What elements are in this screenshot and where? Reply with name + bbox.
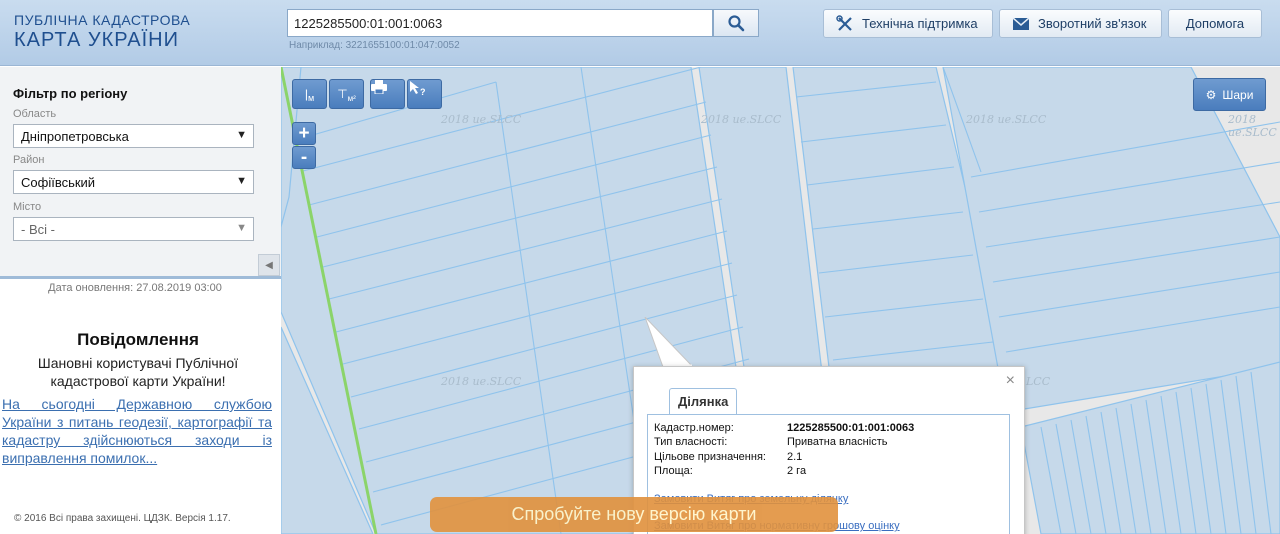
dropdown-arrow-icon: ▼ [236, 175, 247, 187]
search-button[interactable] [713, 9, 759, 37]
oblast-select[interactable]: Дніпропетровська ▼ [13, 124, 254, 148]
site-logo[interactable]: ПУБЛІЧНА КАДАСТРОВА КАРТА УКРАЇНИ [14, 12, 190, 52]
dropdown-arrow-icon: ▼ [236, 129, 247, 141]
collapse-sidebar-button[interactable]: ◀ [258, 254, 280, 276]
watermark: 2018 ue.SLCC [701, 113, 782, 126]
watermark: LCC [1026, 375, 1051, 388]
watermark: 2018 ue.SLCC [441, 113, 522, 126]
area-ruler-icon: ⊤ [337, 87, 348, 101]
logo-line1: ПУБЛІЧНА КАДАСТРОВА [14, 12, 191, 28]
help-button[interactable]: Допомога [1168, 9, 1262, 38]
city-label: Місто [13, 201, 42, 213]
area-label: Площа: [654, 465, 693, 477]
cadastral-value: 1225285500:01:001:0063 [787, 422, 915, 434]
region-filter-panel: Фільтр по регіону Область Дніпропетровсь… [0, 67, 281, 279]
copyright: © 2016 Всі права захищені. ЦДЗК. Версія … [14, 513, 231, 524]
tools-icon [836, 14, 852, 31]
district-label: Район [13, 154, 45, 166]
identify-button[interactable]: ? [407, 79, 442, 109]
update-date: Дата оновлення: 27.08.2019 03:00 [48, 282, 222, 294]
map-canvas[interactable]: 2018 ue.SLCC 2018 ue.SLCC 2018 ue.SLCC 2… [281, 67, 1280, 534]
measure-distance-button[interactable]: | м [292, 79, 327, 109]
ownership-value: Приватна власність [787, 436, 888, 448]
feedback-button[interactable]: Зворотний зв'язок [999, 9, 1162, 38]
gear-icon: ⚙ [1205, 87, 1217, 102]
district-value: Софіївський [21, 175, 96, 190]
purpose-value: 2.1 [787, 451, 803, 463]
envelope-icon [1012, 16, 1030, 30]
svg-text:?: ? [420, 87, 426, 96]
help-label: Допомога [1185, 16, 1245, 31]
measure-area-button[interactable]: ⊤ м² [329, 79, 364, 109]
logo-line2: КАРТА УКРАЇНИ [14, 29, 179, 51]
feedback-label: Зворотний зв'язок [1038, 16, 1147, 31]
area-value: 2 га [787, 465, 807, 477]
oblast-label: Область [13, 108, 57, 120]
print-button[interactable] [370, 79, 405, 109]
close-icon[interactable]: × [1006, 372, 1015, 390]
notice-body: Шановні користувачі Публічної кадастрово… [37, 355, 239, 389]
technical-support-label: Технічна підтримка [862, 16, 978, 31]
cadastral-search-input[interactable] [287, 9, 713, 37]
watermark: 2018 ue.SLCC [441, 375, 522, 388]
notice-link[interactable]: На сьогодні Державною службою України з … [2, 395, 272, 467]
city-select[interactable]: - Всі - ▼ [13, 217, 254, 241]
zoom-in-button[interactable]: + [292, 122, 316, 145]
watermark: 2018 ue.SLCC [966, 113, 1047, 126]
zoom-out-button[interactable]: - [292, 146, 316, 169]
new-version-banner[interactable]: Спробуйте нову версію карти [430, 497, 838, 532]
filter-title: Фільтр по регіону [13, 86, 128, 101]
notice-title: Повідомлення [77, 330, 199, 349]
dropdown-arrow-icon: ▼ [236, 222, 247, 234]
cadastral-label: Кадастр.номер: [654, 422, 734, 434]
district-select[interactable]: Софіївський ▼ [13, 170, 254, 194]
ownership-label: Тип власності: [654, 436, 728, 448]
sidebar: Фільтр по регіону Область Дніпропетровсь… [0, 67, 281, 534]
layers-button[interactable]: ⚙ Шари [1193, 78, 1266, 111]
search-hint: Наприклад: 3221655100:01:047:0052 [289, 40, 460, 51]
city-value: - Всі - [21, 222, 55, 237]
printer-icon [371, 80, 387, 94]
header: ПУБЛІЧНА КАДАСТРОВА КАРТА УКРАЇНИ Наприк… [0, 0, 1280, 66]
search-icon [728, 15, 745, 32]
cursor-question-icon: ? [410, 81, 426, 96]
technical-support-button[interactable]: Технічна підтримка [823, 9, 993, 38]
watermark: 2018 ue.SLCC [1228, 113, 1277, 139]
search-area: Наприклад: 3221655100:01:047:0052 [287, 9, 759, 51]
purpose-label: Цільове призначення: [654, 451, 766, 463]
layers-label: Шари [1222, 87, 1254, 102]
tab-parcel[interactable]: Ділянка [669, 388, 738, 414]
chevron-left-icon: ◀ [265, 259, 273, 271]
oblast-value: Дніпропетровська [21, 129, 129, 144]
